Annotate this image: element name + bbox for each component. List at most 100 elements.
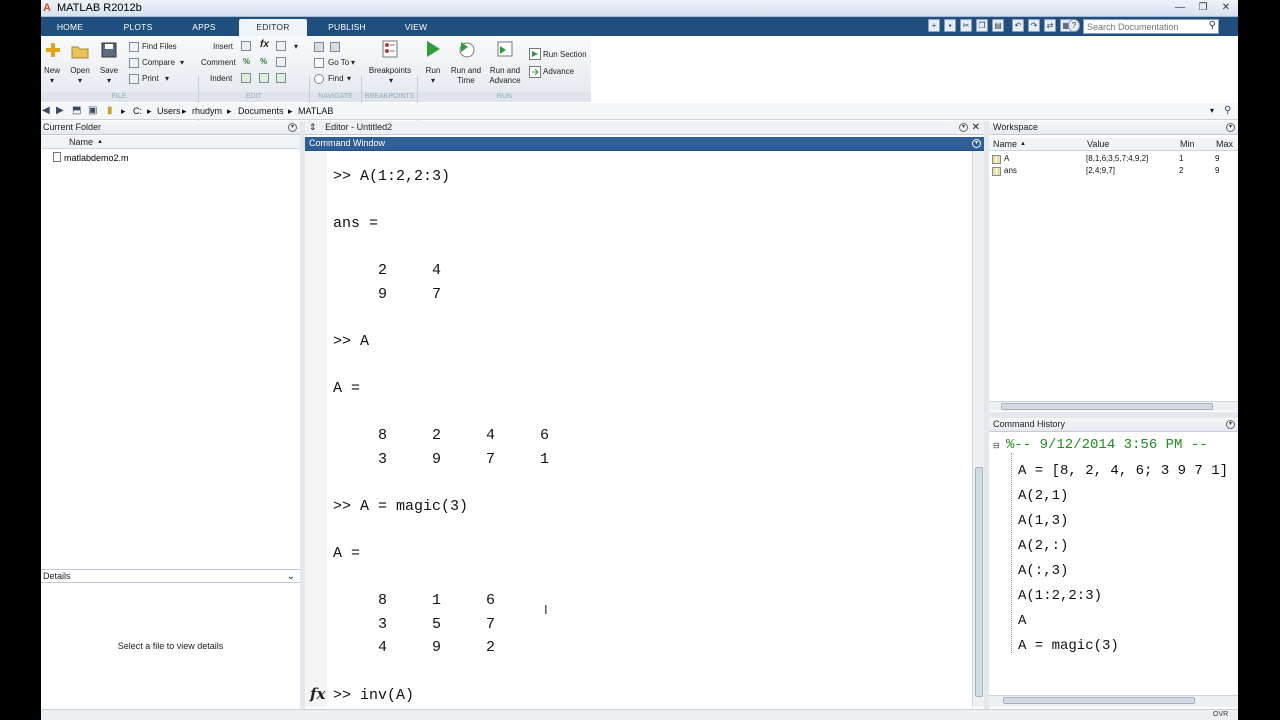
tab-view[interactable]: VIEW <box>388 19 444 36</box>
quick-cut-icon[interactable]: ✂ <box>960 19 972 32</box>
up-folder-icon[interactable]: ⬒ <box>72 105 81 116</box>
run-section-button[interactable]: Run Section <box>543 50 587 60</box>
advance-button[interactable]: Advance <box>543 67 574 77</box>
table-row[interactable]: ans [2,4;9,7] 2 9 <box>989 166 1238 178</box>
scrollbar-thumb[interactable] <box>975 467 983 697</box>
scrollbar-thumb[interactable] <box>1001 403 1213 410</box>
quick-new-icon[interactable]: + <box>928 19 940 32</box>
go-to-button[interactable]: Go To <box>328 58 349 68</box>
fx-insert-function-icon[interactable]: fx <box>260 40 269 50</box>
history-entry[interactable]: A(1,3) <box>1018 513 1068 529</box>
forward-arrow-icon[interactable]: ▶ <box>56 105 64 116</box>
command-output: 4 9 2 <box>333 639 496 656</box>
editor-expand-icon[interactable]: ⇕ <box>309 122 317 132</box>
help-icon[interactable]: ? <box>1068 19 1080 32</box>
editor-actions-icon[interactable]: ▾ <box>959 123 968 132</box>
history-entry[interactable]: A(2,1) <box>1018 488 1068 504</box>
history-entry[interactable]: A = magic(3) <box>1018 638 1119 654</box>
open-button[interactable]: Open <box>67 66 93 76</box>
back-arrow-icon[interactable]: ◀ <box>42 105 50 116</box>
letterbox-right <box>1238 0 1280 720</box>
crumb-users[interactable]: Users <box>157 106 181 116</box>
breakpoints-icon <box>382 40 398 58</box>
details-collapse-icon[interactable]: ⌄ <box>287 570 295 583</box>
scrollbar-thumb[interactable] <box>1003 697 1195 704</box>
quick-save-icon[interactable]: ▪ <box>944 19 956 32</box>
command-history-title: Command History <box>993 419 1066 429</box>
indent-button[interactable]: Indent <box>210 74 232 84</box>
workspace-hscrollbar[interactable] <box>989 401 1238 411</box>
smart-indent-icon[interactable] <box>241 73 251 83</box>
find-files-button[interactable]: Find Files <box>142 42 177 52</box>
editor-close-icon[interactable]: ✕ <box>972 121 980 134</box>
increase-indent-icon[interactable] <box>259 73 269 83</box>
new-button[interactable]: New <box>41 66 63 76</box>
workspace-actions-icon[interactable]: ▾ <box>1226 123 1235 132</box>
decrease-indent-icon[interactable] <box>276 73 286 83</box>
browse-folder-icon[interactable]: ▣ <box>88 105 97 116</box>
command-window-actions-icon[interactable]: ▾ <box>972 139 981 148</box>
history-entry[interactable]: A <box>1018 613 1026 629</box>
workspace-column-header[interactable]: Name ▲ Value Min Max <box>989 138 1238 151</box>
close-button[interactable]: ✕ <box>1216 2 1236 14</box>
current-folder-column-header[interactable]: Name ▲ <box>41 136 300 149</box>
run-and-time-button[interactable]: Run and Time <box>449 66 483 86</box>
tab-apps[interactable]: APPS <box>179 19 229 36</box>
current-folder-actions-icon[interactable]: ▾ <box>288 123 297 132</box>
status-bar: OVR <box>41 709 1238 720</box>
forward-nav-icon[interactable] <box>330 42 340 52</box>
command-prompt[interactable]: >> inv(A) <box>333 687 414 705</box>
run-button[interactable]: Run <box>419 66 447 76</box>
collapse-session-icon[interactable]: ⊟ <box>993 441 1000 450</box>
address-search-icon[interactable]: ⚲ <box>1224 105 1231 116</box>
editor-header[interactable]: ⇕ Editor - Untitled2 ▾ ✕ <box>305 121 984 135</box>
ws-col-name: Name <box>993 139 1018 149</box>
comment-percent-icon[interactable]: % <box>243 57 250 67</box>
quick-copy-icon[interactable]: ❐ <box>976 19 988 32</box>
matlab-logo-icon: A <box>43 2 51 14</box>
crumb-user[interactable]: rhudym <box>192 106 222 116</box>
search-icon[interactable]: ⚲ <box>1209 20 1216 31</box>
breakpoints-button[interactable]: Breakpoints <box>367 66 413 76</box>
undo-icon[interactable]: ↶ <box>1012 19 1024 32</box>
list-item[interactable]: matlabdemo2.m <box>53 152 129 164</box>
insert-button[interactable]: Insert <box>213 42 233 52</box>
tab-home[interactable]: HOME <box>45 19 95 36</box>
tab-plots[interactable]: PLOTS <box>110 19 166 36</box>
crumb-matlab[interactable]: MATLAB <box>298 106 333 116</box>
details-header[interactable]: Details ⌄ <box>41 569 300 583</box>
history-hscrollbar[interactable] <box>989 695 1238 707</box>
address-dropdown-icon[interactable]: ▾ <box>1210 106 1214 115</box>
ws-col-min: Min <box>1180 139 1195 149</box>
tab-publish[interactable]: PUBLISH <box>312 19 382 36</box>
command-history-actions-icon[interactable]: ▾ <box>1226 420 1235 429</box>
workspace-table: A [8,1,6;3,5,7;4,9,2] 1 9 ans [2,4;9,7] … <box>989 152 1238 400</box>
crumb-drive[interactable]: C: <box>133 106 142 116</box>
search-documentation[interactable]: ⚲ <box>1083 19 1219 34</box>
run-and-advance-button[interactable]: Run and Advance <box>486 66 524 86</box>
maximize-button[interactable]: ❐ <box>1193 2 1213 14</box>
uncomment-percent-icon[interactable]: % <box>260 57 267 67</box>
history-entry[interactable]: A(:,3) <box>1018 563 1068 579</box>
minimize-button[interactable]: — <box>1170 2 1190 14</box>
history-entry[interactable]: A = [8, 2, 4, 6; 3 9 7 1] <box>1018 463 1228 479</box>
redo-icon[interactable]: ↷ <box>1028 19 1040 32</box>
command-output: 3 5 7 <box>333 616 496 633</box>
function-browser-icon[interactable]: fx <box>310 685 325 703</box>
command-window-scrollbar[interactable] <box>972 151 984 707</box>
print-button[interactable]: Print <box>142 74 158 84</box>
find-button[interactable]: Find <box>328 74 344 84</box>
table-row[interactable]: A [8,1,6;3,5,7;4,9,2] 1 9 <box>989 154 1238 166</box>
back-nav-icon[interactable] <box>314 42 324 52</box>
quick-paste-icon[interactable]: ▤ <box>992 19 1004 32</box>
save-button[interactable]: Save <box>96 66 122 76</box>
comment-button[interactable]: Comment <box>201 58 236 68</box>
search-input[interactable] <box>1084 20 1202 33</box>
history-entry[interactable]: A(1:2,2:3) <box>1018 588 1102 604</box>
tab-editor[interactable]: EDITOR <box>239 19 307 36</box>
history-entry[interactable]: A(2,:) <box>1018 538 1068 554</box>
crumb-documents[interactable]: Documents <box>238 106 284 116</box>
compare-button[interactable]: Compare <box>142 58 175 68</box>
command-window[interactable]: >> A(1:2,2:3) ans = 2 4 9 7 >> A A = 8 2… <box>305 151 972 707</box>
switch-windows-icon[interactable]: ⇄ <box>1044 19 1056 32</box>
